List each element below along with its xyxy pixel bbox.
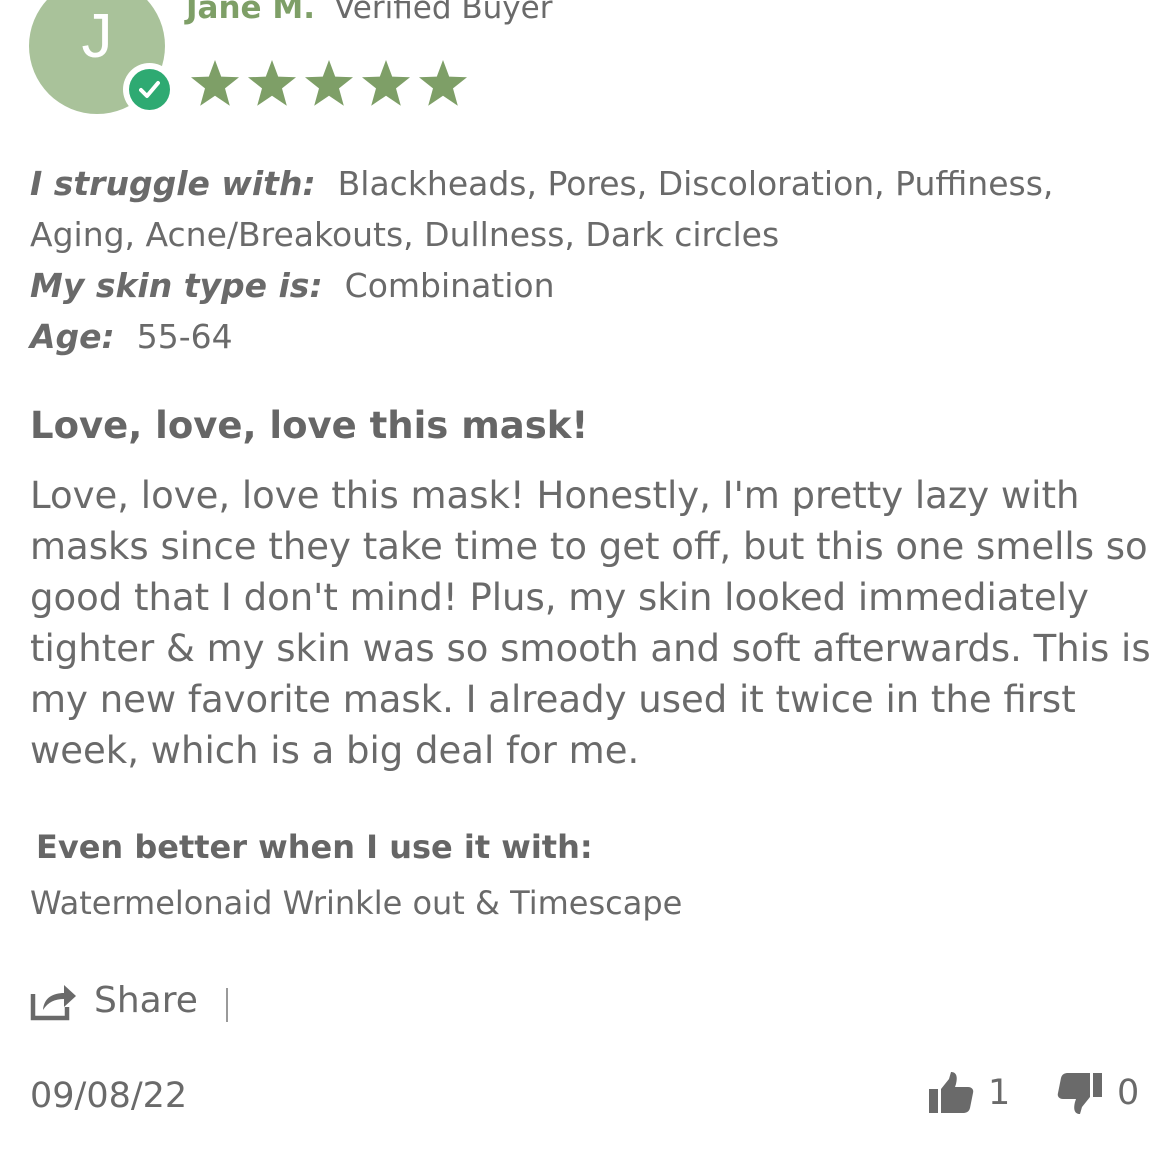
review-body: Love, love, love this mask! Honestly, I'… (30, 474, 1151, 772)
struggle-row: I struggle with: Blackheads, Pores, Disco… (30, 158, 1150, 260)
share-label: Share (94, 980, 198, 1021)
verified-badge (123, 63, 176, 116)
verified-check-icon (129, 69, 170, 110)
thumbs-down-button[interactable]: 0 (1057, 1070, 1139, 1116)
age-row: Age: 55-64 (30, 311, 1150, 362)
share-icon (30, 984, 76, 1020)
star-icon (248, 60, 296, 106)
thumbs-up-icon (929, 1072, 974, 1113)
better-with-title: Even better when I use it with: (36, 828, 593, 866)
star-icon (419, 60, 467, 106)
thumbs-down-icon (1057, 1073, 1102, 1114)
thumbs-down-count: 0 (1117, 1073, 1140, 1113)
reviewer-profile: I struggle with: Blackheads, Pores, Disco… (30, 158, 1150, 362)
star-icon (305, 60, 353, 106)
thumbs-up-count: 1 (988, 1073, 1011, 1113)
verified-buyer-label: Verified Buyer (334, 0, 553, 26)
star-icon (191, 60, 239, 106)
share-divider (226, 988, 228, 1022)
reviewer-name[interactable]: Jane M. (186, 0, 315, 26)
age-value: 55-64 (136, 317, 233, 356)
better-with-products: Watermelonaid Wrinkle out & Timescape (30, 884, 683, 922)
avatar-initial: J (81, 2, 113, 71)
skin-type-row: My skin type is: Combination (30, 260, 1150, 311)
skin-type-value: Combination (344, 266, 555, 305)
struggle-label: I struggle with: (30, 164, 316, 203)
thumbs-up-button[interactable]: 1 (928, 1070, 1010, 1116)
age-label: Age: (30, 317, 115, 356)
share-button[interactable]: Share (30, 980, 198, 1021)
star-icon (362, 60, 410, 106)
review-title: Love, love, love this mask! (30, 404, 589, 447)
skin-type-label: My skin type is: (30, 266, 323, 305)
star-rating (188, 57, 470, 109)
review-date: 09/08/22 (30, 1076, 188, 1116)
